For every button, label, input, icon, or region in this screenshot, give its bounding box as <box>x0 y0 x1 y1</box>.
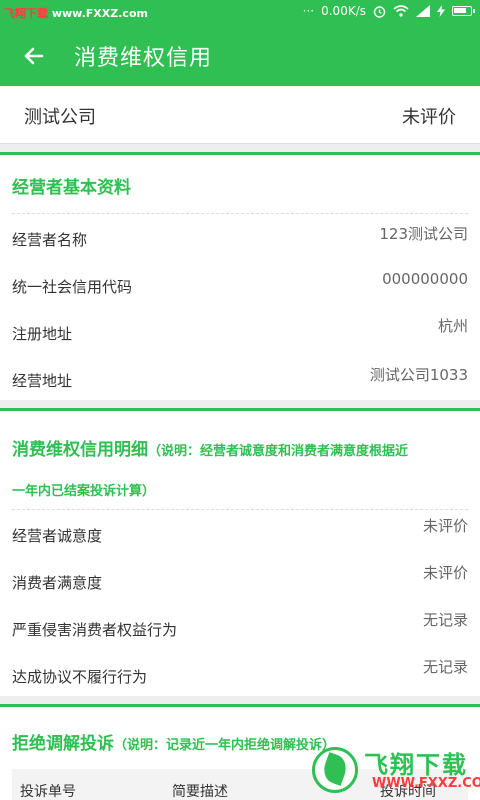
info-label: 经营地址 <box>12 372 73 390</box>
credit-row: 经营者诚意度 未评价 <box>12 513 468 557</box>
company-name: 测试公司 <box>24 107 96 128</box>
credit-label: 达成协议不履行行为 <box>12 668 148 686</box>
info-value: 000000000 <box>382 270 468 288</box>
info-row: 经营者名称 123测试公司 <box>12 217 468 261</box>
credit-detail-note-2: 一年内已结案投诉计算） <box>12 484 156 499</box>
battery-fill <box>454 8 466 13</box>
credit-detail-card: 消费维权信用明细（说明：经营者诚意度和消费者满意度根据近 一年内已结案投诉计算）… <box>0 408 480 696</box>
status-watermark: 飞翔下载 www.FXXZ.com <box>4 5 148 21</box>
credit-label: 经营者诚意度 <box>12 527 103 545</box>
page-title: 消费维权信用 <box>74 46 213 71</box>
watermark-red-text: 飞翔下载 <box>4 7 48 20</box>
signal-icon <box>416 5 430 17</box>
basic-info-card: 经营者基本资料 经营者名称 123测试公司 统一社会信用代码 000000000… <box>0 152 480 400</box>
credit-label: 消费者满意度 <box>12 574 103 592</box>
credit-detail-header: 消费维权信用明细（说明：经营者诚意度和消费者满意度根据近 一年内已结案投诉计算） <box>12 431 470 511</box>
credit-row: 达成协议不履行行为 无记录 <box>12 654 468 698</box>
refused-title: 拒绝调解投诉 <box>12 734 114 754</box>
divider <box>12 213 468 214</box>
status-bar: 飞翔下载 www.FXXZ.com ··· 0.00K/s <box>0 0 480 26</box>
refused-header: 拒绝调解投诉（说明：记录近一年内拒绝调解投诉） <box>12 729 335 754</box>
divider <box>12 509 468 510</box>
info-label: 统一社会信用代码 <box>12 278 133 296</box>
credit-row: 消费者满意度 未评价 <box>12 560 468 604</box>
info-label: 注册地址 <box>12 325 73 343</box>
column-description: 简要描述 <box>172 784 228 800</box>
info-value: 杭州 <box>437 317 468 335</box>
refused-note: （说明：记录近一年内拒绝调解投诉） <box>114 738 336 753</box>
site-watermark: 飞翔下载 WWW.FXXZ.COM <box>312 745 480 795</box>
credit-value: 未评价 <box>422 517 468 535</box>
info-row: 统一社会信用代码 000000000 <box>12 264 468 308</box>
more-dots: ··· <box>302 4 315 18</box>
watermark-url-text: www.FXXZ.com <box>48 7 148 20</box>
info-value: 测试公司1033 <box>369 366 468 384</box>
credit-value: 无记录 <box>422 611 468 629</box>
company-rating: 未评价 <box>402 107 456 128</box>
wifi-icon <box>393 5 409 17</box>
credit-row: 严重侵害消费者权益行为 无记录 <box>12 607 468 651</box>
credit-detail-title: 消费维权信用明细 <box>12 440 148 460</box>
watermark-title: 飞翔下载 <box>364 751 468 779</box>
basic-info-title: 经营者基本资料 <box>12 178 131 198</box>
info-row: 注册地址 杭州 <box>12 311 468 355</box>
status-icons: ··· 0.00K/s <box>302 4 475 18</box>
info-value: 123测试公司 <box>379 225 468 243</box>
network-speed: 0.00K/s <box>321 4 366 18</box>
credit-value: 无记录 <box>422 658 468 676</box>
credit-value: 未评价 <box>422 564 468 582</box>
info-row: 经营地址 测试公司1033 <box>12 358 468 402</box>
info-label: 经营者名称 <box>12 231 88 249</box>
credit-label: 严重侵害消费者权益行为 <box>12 621 178 639</box>
back-arrow-icon[interactable] <box>18 40 50 72</box>
credit-detail-note-1: （说明：经营者诚意度和消费者满意度根据近 <box>148 444 409 459</box>
charging-icon <box>437 5 445 17</box>
battery-icon <box>452 6 475 16</box>
company-summary: 测试公司 未评价 <box>0 86 480 144</box>
alarm-icon <box>373 5 386 18</box>
column-complaint-no: 投诉单号 <box>20 784 76 800</box>
watermark-url: WWW.FXXZ.COM <box>372 776 480 791</box>
app-bar: 消费维权信用 <box>0 26 480 86</box>
